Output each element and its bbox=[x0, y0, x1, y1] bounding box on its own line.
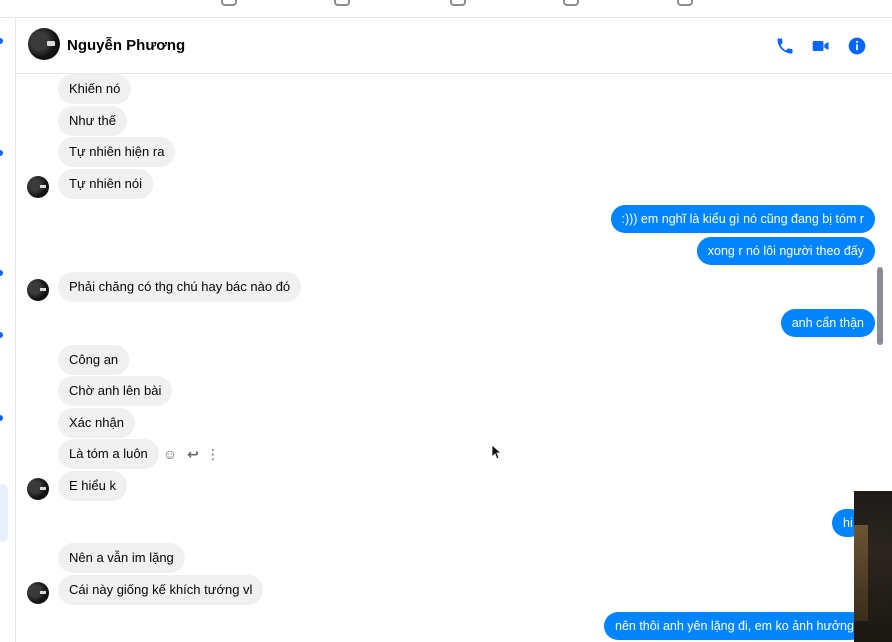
nav-icon[interactable] bbox=[334, 0, 350, 6]
phone-icon[interactable] bbox=[775, 36, 795, 56]
sender-avatar[interactable] bbox=[27, 478, 49, 500]
contact-avatar[interactable] bbox=[28, 28, 60, 60]
top-navigation-bar bbox=[0, 0, 892, 18]
unread-dot bbox=[0, 415, 3, 421]
incoming-message[interactable]: E hiểu k bbox=[58, 471, 127, 501]
outgoing-message[interactable]: nên thôi anh yên lặng đi, em ko ảnh hưởn… bbox=[604, 612, 865, 640]
gaming-icon[interactable] bbox=[677, 0, 693, 6]
chat-header: Nguyễn Phương bbox=[16, 18, 892, 74]
incoming-message[interactable]: Khiến nó bbox=[58, 74, 132, 104]
sender-avatar[interactable] bbox=[27, 176, 49, 198]
info-icon[interactable] bbox=[847, 36, 867, 56]
incoming-message[interactable]: Xác nhận bbox=[58, 408, 135, 438]
reply-icon[interactable]: ↩ bbox=[183, 444, 203, 464]
incoming-message[interactable]: Công an bbox=[58, 345, 130, 375]
message-actions: ☺ ↩ ⋮ bbox=[163, 444, 236, 464]
incoming-message[interactable]: Như thế bbox=[58, 106, 128, 136]
incoming-message[interactable]: Là tóm a luôn bbox=[58, 439, 159, 469]
video-camera-icon[interactable] bbox=[811, 36, 831, 56]
unread-dot bbox=[0, 38, 3, 44]
more-options-icon[interactable]: ⋮ bbox=[206, 444, 220, 464]
outgoing-message[interactable]: :))) em nghĩ là kiểu gì nó cũng đang bị … bbox=[610, 205, 875, 233]
outgoing-message[interactable]: anh cẩn thận bbox=[780, 309, 875, 337]
outgoing-message[interactable]: xong r nó lôi người theo đấy bbox=[696, 237, 875, 265]
watch-icon[interactable] bbox=[450, 0, 466, 6]
unread-dot bbox=[0, 150, 3, 156]
incoming-message[interactable]: Phải chăng có thg chú hay bác nào đó bbox=[58, 272, 302, 302]
unread-dot bbox=[0, 270, 3, 276]
incoming-message[interactable]: Nên a vẫn im lặng bbox=[58, 543, 185, 573]
incoming-message[interactable]: Chờ anh lên bài bbox=[58, 376, 173, 406]
incoming-message[interactable]: Tự nhiên hiện ra bbox=[58, 137, 176, 167]
message-thread: Khiến nó Như thế Tự nhiên hiện ra Tự nhi… bbox=[16, 74, 876, 642]
video-overlay bbox=[854, 491, 892, 642]
unread-dot bbox=[0, 332, 3, 338]
contact-name[interactable]: Nguyễn Phương bbox=[67, 37, 185, 54]
marketplace-icon[interactable] bbox=[221, 0, 237, 6]
incoming-message[interactable]: Tự nhiên nói bbox=[58, 169, 154, 199]
incoming-message[interactable]: Cái này giống kế khích tướng vl bbox=[58, 575, 264, 605]
mouse-cursor-icon bbox=[491, 444, 503, 460]
scrollbar-thumb[interactable] bbox=[877, 267, 883, 345]
react-icon[interactable]: ☺ bbox=[160, 444, 180, 464]
selected-conversation[interactable] bbox=[0, 484, 8, 542]
video-frame bbox=[854, 525, 868, 621]
conversation-list-edge bbox=[0, 18, 16, 642]
messenger-window: Nguyễn Phương Khiến nó Như thế Tự nhiên … bbox=[0, 0, 892, 642]
sender-avatar[interactable] bbox=[27, 582, 49, 604]
sender-avatar[interactable] bbox=[27, 279, 49, 301]
groups-icon[interactable] bbox=[563, 0, 579, 6]
